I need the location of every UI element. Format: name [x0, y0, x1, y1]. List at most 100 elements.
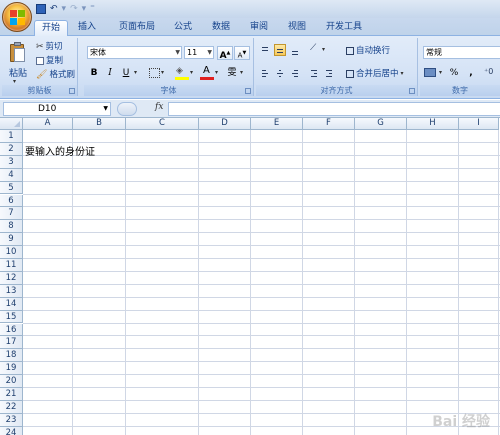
- row-header-18[interactable]: 18: [0, 349, 23, 363]
- underline-button[interactable]: U: [119, 66, 133, 80]
- alignment-launcher-icon[interactable]: [409, 88, 415, 94]
- percent-button[interactable]: %: [448, 66, 460, 80]
- phonetic-dropdown-icon[interactable]: ▾: [240, 69, 243, 76]
- formula-input[interactable]: [168, 102, 500, 116]
- row-header-2[interactable]: 2: [0, 142, 23, 156]
- copy-button[interactable]: 复制: [36, 55, 63, 67]
- row-header-1[interactable]: 1: [0, 130, 23, 143]
- clipboard-launcher-icon[interactable]: [69, 88, 75, 94]
- phonetic-button[interactable]: 雯: [225, 66, 239, 80]
- row-header-5[interactable]: 5: [0, 181, 23, 195]
- align-middle-icon[interactable]: [274, 44, 286, 56]
- border-icon[interactable]: [149, 68, 160, 78]
- row-header-6[interactable]: 6: [0, 194, 23, 208]
- increase-decimal-icon[interactable]: ⁺0: [484, 67, 493, 76]
- tab-home[interactable]: 开始: [34, 20, 68, 36]
- column-header-H[interactable]: H: [407, 118, 459, 130]
- align-center-icon[interactable]: [274, 67, 286, 79]
- align-top-icon[interactable]: [259, 44, 271, 56]
- column-header-A[interactable]: A: [23, 118, 73, 130]
- bold-button[interactable]: B: [87, 66, 101, 80]
- undo-dropdown-icon[interactable]: ▾: [62, 3, 67, 15]
- italic-button[interactable]: I: [103, 66, 117, 80]
- column-header-I[interactable]: I: [459, 118, 499, 130]
- underline-dropdown-icon[interactable]: ▾: [134, 69, 137, 76]
- paste-icon[interactable]: [10, 41, 26, 63]
- row-header-24[interactable]: 24: [0, 426, 23, 435]
- row-header-4[interactable]: 4: [0, 168, 23, 182]
- format-painter-button[interactable]: 🖌 格式刷: [36, 69, 75, 81]
- decrease-indent-icon[interactable]: [308, 67, 320, 79]
- gridline-horizontal: [23, 232, 500, 234]
- paste-button[interactable]: 粘贴: [9, 66, 27, 79]
- font-launcher-icon[interactable]: [245, 88, 251, 94]
- column-header-G[interactable]: G: [355, 118, 407, 130]
- tab-developer[interactable]: 开发工具: [320, 20, 368, 36]
- grow-font-button[interactable]: A▲: [217, 46, 233, 61]
- gridline-horizontal: [23, 245, 500, 247]
- row-header-7[interactable]: 7: [0, 207, 23, 221]
- row-header-15[interactable]: 15: [0, 310, 23, 324]
- select-all-corner[interactable]: [0, 118, 23, 130]
- formula-cancel-confirm-icon[interactable]: [117, 102, 137, 116]
- orientation-icon[interactable]: ⟋: [308, 43, 320, 56]
- align-right-icon[interactable]: [289, 67, 301, 79]
- shrink-font-button[interactable]: A▼: [234, 46, 250, 60]
- customize-toolbar-icon[interactable]: ⁼: [90, 3, 95, 15]
- row-header-13[interactable]: 13: [0, 284, 23, 298]
- row-header-20[interactable]: 20: [0, 375, 23, 388]
- column-header-F[interactable]: F: [303, 118, 355, 130]
- row-header-3[interactable]: 3: [0, 155, 23, 169]
- row-header-14[interactable]: 14: [0, 297, 23, 311]
- row-header-11[interactable]: 11: [0, 259, 23, 272]
- row-header-22[interactable]: 22: [0, 400, 23, 414]
- save-icon[interactable]: [36, 4, 46, 14]
- column-header-C[interactable]: C: [126, 118, 199, 130]
- redo-icon[interactable]: ↷: [70, 3, 78, 15]
- align-left-icon[interactable]: [259, 67, 271, 79]
- row-header-12[interactable]: 12: [0, 271, 23, 285]
- name-box[interactable]: D10 ▼: [3, 102, 111, 116]
- cell-A2[interactable]: 要输入的身份证: [25, 146, 95, 159]
- row-header-16[interactable]: 16: [0, 323, 23, 337]
- increase-indent-icon[interactable]: [323, 67, 335, 79]
- undo-icon[interactable]: ↶: [50, 3, 58, 15]
- redo-dropdown-icon[interactable]: ▾: [82, 3, 87, 15]
- wrap-text-button[interactable]: 自动换行: [346, 45, 390, 57]
- cut-button[interactable]: ✂ 剪切: [36, 41, 63, 53]
- tab-data[interactable]: 数据: [206, 20, 236, 36]
- orientation-dropdown-icon[interactable]: ▾: [322, 46, 325, 53]
- font-name-select[interactable]: 宋体 ▼: [87, 46, 182, 59]
- fill-dropdown-icon[interactable]: ▾: [190, 69, 193, 76]
- border-dropdown-icon[interactable]: ▾: [161, 69, 164, 76]
- tab-formulas[interactable]: 公式: [168, 20, 198, 36]
- comma-button[interactable]: ,: [466, 66, 476, 80]
- column-header-D[interactable]: D: [199, 118, 251, 130]
- tab-page-layout[interactable]: 页面布局: [112, 20, 162, 36]
- currency-dropdown-icon[interactable]: ▾: [439, 69, 442, 76]
- row-header-9[interactable]: 9: [0, 233, 23, 247]
- font-color-dropdown-icon[interactable]: ▾: [215, 69, 218, 76]
- worksheet-grid[interactable]: ABCDEFGHI 1 2 3 4 5 6 7 8 9 10 11 12 13 14 15 16 17 18 19 2…: [0, 118, 500, 435]
- currency-icon[interactable]: [424, 67, 438, 79]
- font-size-select[interactable]: 11 ▼: [184, 46, 214, 59]
- row-header-17[interactable]: 17: [0, 336, 23, 350]
- tab-insert[interactable]: 插入: [72, 20, 102, 36]
- column-header-E[interactable]: E: [251, 118, 303, 130]
- row-header-21[interactable]: 21: [0, 388, 23, 401]
- office-button[interactable]: [2, 2, 32, 32]
- row-header-23[interactable]: 23: [0, 413, 23, 427]
- paste-dropdown-icon[interactable]: ▾: [13, 78, 16, 85]
- insert-function-icon[interactable]: fx: [155, 102, 163, 112]
- row-header-10[interactable]: 10: [0, 246, 23, 259]
- tab-view[interactable]: 视图: [282, 20, 312, 36]
- row-header-8[interactable]: 8: [0, 220, 23, 234]
- tab-review[interactable]: 审阅: [244, 20, 274, 36]
- column-header-B[interactable]: B: [73, 118, 126, 130]
- fill-color-button[interactable]: ◈: [175, 66, 189, 80]
- merge-center-button[interactable]: 合并后居中 ▾: [346, 68, 404, 80]
- align-bottom-icon[interactable]: [289, 44, 301, 56]
- number-format-select[interactable]: 常规: [423, 46, 500, 59]
- font-color-button[interactable]: A: [200, 65, 214, 80]
- row-header-19[interactable]: 19: [0, 362, 23, 376]
